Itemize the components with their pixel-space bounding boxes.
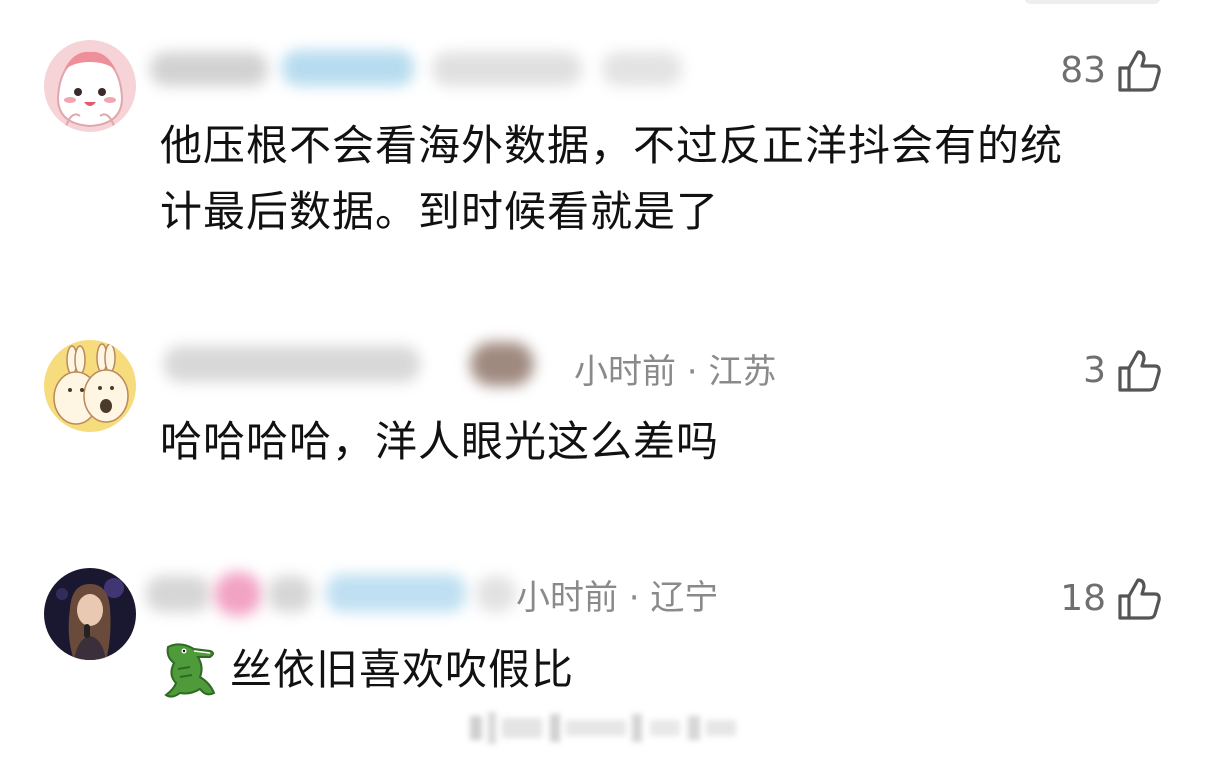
blurred-location [602, 52, 682, 86]
comment-text: 他压根不会看海外数据，不过反正洋抖会有的统 计最后数据。到时候看就是了 [160, 113, 1170, 245]
watermark [470, 712, 736, 744]
blurred-badge [470, 342, 534, 386]
top-edge-pill [1025, 0, 1160, 4]
crocodile-emoji-icon [160, 639, 222, 701]
blurred-username-tail [268, 576, 312, 612]
blurred-username [164, 346, 420, 382]
comment-line: 丝依旧喜欢吹假比 [230, 645, 575, 694]
blurred-sticker [214, 572, 262, 616]
comment-text: 哈哈哈哈，洋人眼光这么差吗 [160, 409, 1170, 475]
comment-meta: 小时前 · 江苏 [150, 340, 790, 400]
comment-meta [150, 40, 790, 100]
blurred-username [146, 576, 210, 612]
comment-line: 他压根不会看海外数据，不过反正洋抖会有的统 [160, 121, 1064, 170]
singer-photo-avatar-icon [44, 568, 136, 660]
blurred-timestamp [432, 52, 582, 86]
blurred-username [150, 52, 268, 86]
thumbs-up-icon [1118, 578, 1161, 620]
comment-meta: 小时前 · 辽宁 [146, 568, 790, 628]
like-button[interactable]: 18 [1060, 574, 1162, 624]
blurred-badge [282, 50, 414, 86]
like-count: 3 [1083, 350, 1106, 391]
avatar[interactable] [44, 340, 136, 432]
comment-text: 丝依旧喜欢吹假比 [230, 637, 1206, 703]
comment-time-location: 小时前 · 江苏 [574, 352, 777, 392]
pink-character-avatar-icon [44, 40, 136, 132]
comment-line: 计最后数据。到时候看就是了 [160, 187, 720, 236]
comment-time-location: 小时前 · 辽宁 [516, 578, 719, 618]
like-button[interactable]: 3 [1083, 346, 1162, 396]
thumbs-up-icon [1118, 50, 1161, 92]
like-button[interactable]: 83 [1060, 46, 1162, 96]
bunny-avatar-icon [44, 340, 136, 432]
thumbs-up-icon [1118, 350, 1161, 392]
avatar[interactable] [44, 568, 136, 660]
avatar[interactable] [44, 40, 136, 132]
like-count: 83 [1060, 50, 1106, 91]
blurred-timestamp [476, 576, 516, 612]
comment-line: 哈哈哈哈，洋人眼光这么差吗 [160, 417, 720, 466]
blurred-badge [326, 574, 466, 612]
like-count: 18 [1060, 578, 1106, 619]
